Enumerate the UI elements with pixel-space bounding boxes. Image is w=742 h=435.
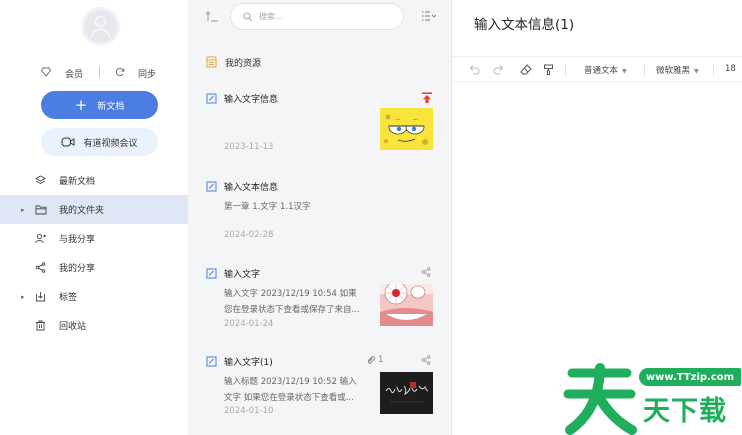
folder-label: 我的资源 [225,58,262,69]
back-up-icon[interactable] [205,10,219,22]
avatar-head-shape [95,16,106,27]
format-painter-icon[interactable] [543,64,554,75]
sidebar-item-my-folders[interactable]: ▸ 我的文件夹 [0,195,188,224]
sidebar-item-shared-with-me[interactable]: 与我分享 [0,224,188,253]
share-icon[interactable] [421,355,431,365]
toolbar-divider [565,64,566,76]
new-document-button[interactable]: + 新文档 [41,91,158,119]
sidebar-item-my-shares[interactable]: 我的分享 [0,253,188,282]
list-item[interactable]: 输入文字 输入文字 2023/12/19 10:54 如果您在登录状态下查看或保… [188,264,452,348]
note-snippet: 输入标题 2023/12/19 10:52 输入文字 如果您在登录状态下查看或.… [224,377,357,403]
list-item[interactable]: 输入文字信息 2023-11-13 [188,89,452,173]
sidebar-item-label: 与我分享 [59,235,96,245]
sync-label[interactable]: 同步 [138,67,156,80]
attachment-icon [367,356,375,364]
paragraph-style-value: 普通文本 [584,66,619,76]
note-doc-icon [206,181,217,192]
note-title: 输入文字(1) [224,358,273,368]
sidebar-item-label: 我的文件夹 [59,206,105,216]
new-document-label: 新文档 [97,101,125,112]
note-doc-icon [206,93,217,104]
note-date: 2024-01-10 [224,406,274,416]
note-date: 2024-01-24 [224,319,274,329]
share-icon [35,262,46,273]
note-thumbnail-sponge [380,108,433,150]
plus-icon: + [74,95,88,114]
diamond-icon[interactable] [41,67,51,77]
note-title: 输入文本信息 [224,183,279,193]
layers-icon [35,175,46,185]
site-watermark: www.TTzip.com 天下载 [562,360,742,435]
search-box[interactable] [230,3,404,30]
toolbar-divider [713,64,714,76]
account-row: 会员 同步 [0,64,188,80]
avatar-body-shape [91,29,110,38]
sidebar-item-label: 最新文档 [59,177,96,187]
member-label[interactable]: 会员 [65,67,83,80]
watermark-url: www.TTzip.com [639,368,741,386]
note-thumbnail-handwriting [380,372,433,414]
note-snippet: 输入文字 2023/12/19 10:54 如果您在登录状态下查看或保存了来自.… [224,289,360,315]
list-item[interactable]: 输入文字(1) 1 输入标题 2023/12/19 10:52 输入文字 如果您… [188,352,452,435]
undo-icon[interactable] [468,64,480,75]
watermark-brand: 天下载 [643,396,727,427]
note-date: 2023-11-13 [224,142,274,152]
toolbar-divider [644,64,645,76]
note-title: 输入文字信息 [224,95,279,105]
note-doc-icon [206,356,217,367]
list-view-icon[interactable] [421,10,437,22]
document-title[interactable]: 输入文本信息(1) [474,13,574,33]
user-share-icon [35,233,46,244]
share-icon[interactable] [421,267,431,277]
sidebar-item-tags[interactable]: ▸ 标签 [0,282,188,311]
folder-doc-icon [206,56,217,68]
note-thumbnail-cartoon [380,284,433,326]
video-camera-icon [61,137,75,147]
font-family-value: 微软雅黑 [656,66,691,76]
tag-icon [36,292,45,302]
chevron-down-icon: ▼ [622,68,627,75]
note-date: 2024-02-28 [224,230,274,240]
video-meeting-label: 有道视频会议 [83,138,138,149]
editor-toolbar: 普通文本 ▼ 微软雅黑 ▼ 18 [452,56,742,82]
note-title: 输入文字 [224,270,261,280]
font-size-select[interactable]: 18 [725,64,736,74]
watermark-logo [563,363,637,435]
paragraph-style-select[interactable]: 普通文本 ▼ [584,64,627,76]
attachment-count: 1 [378,355,384,365]
sidebar-item-label: 我的分享 [59,264,96,274]
folder-icon [35,205,47,214]
sidebar-item-trash[interactable]: 回收站 [0,311,188,340]
note-snippet: 第一章 1.文字 1.1汉字 [224,202,311,212]
sidebar: 会员 同步 + 新文档 有道视频会议 最新文档 ▸ 我的文件夹 与我分享 我的分… [0,0,188,435]
avatar[interactable] [81,7,120,46]
sidebar-item-recent[interactable]: 最新文档 [0,166,188,195]
eraser-icon[interactable] [520,64,532,75]
expand-arrow-icon[interactable]: ▸ [21,206,25,214]
font-family-select[interactable]: 微软雅黑 ▼ [656,64,699,76]
redo-icon[interactable] [493,64,505,75]
search-icon [243,12,253,22]
list-item[interactable]: 输入文本信息 第一章 1.文字 1.1汉字 2024-02-28 [188,177,452,261]
sidebar-item-label: 回收站 [59,322,87,332]
sidebar-item-label: 标签 [59,293,78,303]
note-list-panel: 我的资源 输入文字信息 2023-11-13 输入文本信息 第一章 1.文字 1… [188,0,452,435]
sidebar-nav: 最新文档 ▸ 我的文件夹 与我分享 我的分享 ▸ 标签 回收站 [0,166,188,340]
divider [99,66,100,78]
trash-icon [36,320,45,331]
search-input[interactable] [259,9,389,24]
chevron-down-icon: ▼ [694,68,699,75]
video-meeting-button[interactable]: 有道视频会议 [41,128,158,156]
note-doc-icon [206,268,217,279]
folder-my-resources[interactable]: 我的资源 [206,55,261,69]
pin-top-icon[interactable] [421,92,433,104]
expand-arrow-icon[interactable]: ▸ [21,293,25,301]
sync-icon[interactable] [115,67,125,77]
